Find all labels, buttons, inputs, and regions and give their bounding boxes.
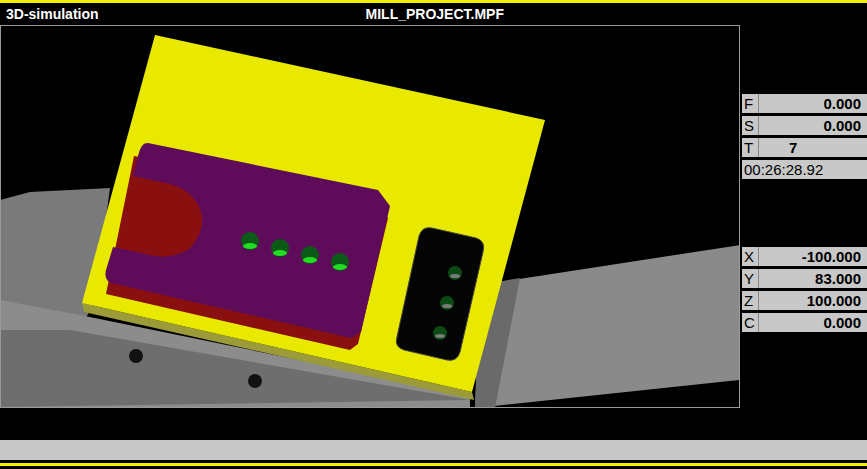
pocket-hole-bottom <box>442 304 452 308</box>
readout-label: T <box>742 138 759 157</box>
top-border <box>0 0 867 3</box>
readout-label: Z <box>742 291 759 310</box>
pocket-hole <box>440 296 454 310</box>
readout-value: 7 <box>759 139 867 156</box>
readout-label: F <box>742 94 759 113</box>
hole <box>241 232 259 250</box>
message-bar <box>0 440 867 460</box>
bolt-hole <box>129 349 143 363</box>
hole-bottom <box>333 264 347 270</box>
readout-row: F0.000 <box>742 94 867 113</box>
workpiece-scene <box>1 26 739 407</box>
readout-row: T7 <box>742 138 867 157</box>
slot-wall <box>150 182 202 256</box>
readout-value: 0.000 <box>759 95 867 112</box>
readout-row: C0.000 <box>742 313 867 332</box>
pocket <box>396 228 483 361</box>
spacer <box>742 179 867 247</box>
hole <box>301 246 319 264</box>
bottom-border <box>0 463 867 466</box>
pocket-hole <box>433 326 447 340</box>
purple-plate <box>105 143 390 338</box>
title-bar: 3D-simulationMILL_PROJECT.MPF <box>0 3 867 24</box>
readout-value: 83.000 <box>759 270 867 287</box>
vise-rail-right <box>475 245 739 407</box>
readout-value: 0.000 <box>759 314 867 331</box>
readout-label: C <box>742 313 759 332</box>
readout-row: X-100.000 <box>742 247 867 266</box>
readout-row: Z100.000 <box>742 291 867 310</box>
axes-group: X-100.000Y83.000Z100.000C0.000 <box>742 247 867 332</box>
hole-bottom <box>303 257 317 263</box>
program-name: MILL_PROJECT.MPF <box>99 6 861 22</box>
pocket-hole <box>448 266 462 280</box>
bolt-hole <box>248 374 262 388</box>
readout-row: Y83.000 <box>742 269 867 288</box>
pocket-hole-bottom <box>450 274 460 278</box>
readout-value: -100.000 <box>759 248 867 265</box>
readout-value: 100.000 <box>759 292 867 309</box>
readout-value: 0.000 <box>759 117 867 134</box>
hole <box>271 239 289 257</box>
readout-panel: F0.000S0.000T700:26:28.92X-100.000Y83.00… <box>740 25 867 408</box>
window-title: 3D-simulation <box>6 6 99 22</box>
readout-label: S <box>742 116 759 135</box>
run-time: 00:26:28.92 <box>742 161 867 178</box>
time-row: 00:26:28.92 <box>742 160 867 179</box>
yellow-plate <box>82 35 545 392</box>
hole <box>331 253 349 271</box>
simulation-viewport[interactable] <box>0 25 740 408</box>
readout-row: S0.000 <box>742 116 867 135</box>
pocket-hole-bottom <box>435 334 445 338</box>
readout-label: Y <box>742 269 759 288</box>
hole-bottom <box>243 243 257 249</box>
main-area: F0.000S0.000T700:26:28.92X-100.000Y83.00… <box>0 25 867 408</box>
spindle-group: F0.000S0.000T700:26:28.92 <box>742 94 867 179</box>
readout-label: X <box>742 247 759 266</box>
hole-bottom <box>273 250 287 256</box>
